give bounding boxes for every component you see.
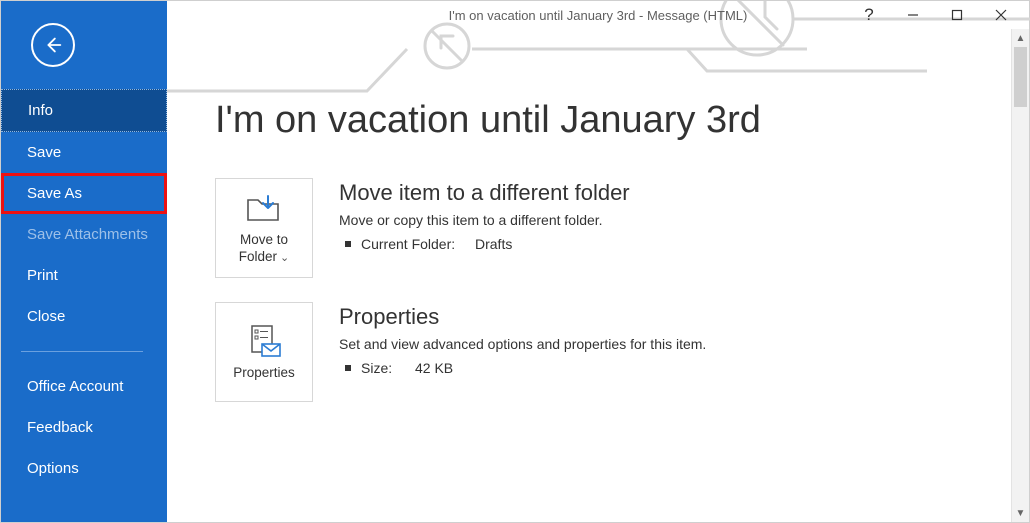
sidebar-item-label: Close xyxy=(27,308,65,325)
sidebar-item-label: Info xyxy=(28,102,53,119)
backstage-sidebar: Info Save Save As Save Attachments Print… xyxy=(1,1,167,522)
bullet-icon xyxy=(345,365,351,371)
main-area: I'm on vacation until January 3rd - Mess… xyxy=(167,1,1029,522)
sidebar-item-label: Save xyxy=(27,144,61,161)
sidebar-item-save-attachments: Save Attachments xyxy=(1,214,167,255)
sidebar-item-close[interactable]: Close xyxy=(1,296,167,337)
arrow-left-icon xyxy=(42,34,64,56)
sidebar-separator xyxy=(21,351,143,352)
size-row: Size: 42 KB xyxy=(339,360,706,376)
move-section: Move to Folder⌄ Move item to a different… xyxy=(215,178,989,278)
sidebar-item-label: Print xyxy=(27,267,58,284)
info-page: I'm on vacation until January 3rd Move t… xyxy=(167,29,1029,402)
section-title: Move item to a different folder xyxy=(339,180,630,206)
section-description: Move or copy this item to a different fo… xyxy=(339,212,630,228)
sidebar-item-office-account[interactable]: Office Account xyxy=(1,366,167,407)
button-label-line2: Folder xyxy=(239,249,277,264)
button-label-line1: Move to xyxy=(240,232,288,247)
sidebar-item-label: Options xyxy=(27,460,79,477)
scroll-up-arrow[interactable]: ▲ xyxy=(1012,29,1029,47)
sidebar-item-save-as[interactable]: Save As xyxy=(1,173,167,214)
maximize-icon xyxy=(951,9,963,21)
sidebar-item-label: Office Account xyxy=(27,378,123,395)
help-button[interactable]: ? xyxy=(847,1,891,29)
button-label: Properties xyxy=(233,365,295,380)
page-title: I'm on vacation until January 3rd xyxy=(215,99,989,142)
size-value: 42 KB xyxy=(415,360,453,376)
minimize-icon xyxy=(907,9,919,21)
move-folder-icon xyxy=(244,192,284,224)
vertical-scrollbar[interactable]: ▲ ▼ xyxy=(1011,29,1029,522)
scroll-down-arrow[interactable]: ▼ xyxy=(1012,504,1029,522)
section-title: Properties xyxy=(339,304,706,330)
back-button[interactable] xyxy=(31,23,75,67)
properties-button[interactable]: Properties xyxy=(215,302,313,402)
sidebar-item-label: Save As xyxy=(27,185,82,202)
sidebar-item-info[interactable]: Info xyxy=(1,89,167,132)
window: Info Save Save As Save Attachments Print… xyxy=(0,0,1030,523)
properties-section: Properties Properties Set and view advan… xyxy=(215,302,989,402)
sidebar-item-options[interactable]: Options xyxy=(1,448,167,489)
chevron-down-icon: ⌄ xyxy=(280,252,289,264)
sidebar-item-label: Feedback xyxy=(27,419,93,436)
current-folder-row: Current Folder: Drafts xyxy=(339,236,630,252)
current-folder-value: Drafts xyxy=(475,236,512,252)
minimize-button[interactable] xyxy=(891,1,935,29)
section-description: Set and view advanced options and proper… xyxy=(339,336,706,352)
close-button[interactable] xyxy=(979,1,1023,29)
properties-icon xyxy=(244,324,284,358)
scroll-thumb[interactable] xyxy=(1014,47,1027,107)
sidebar-item-print[interactable]: Print xyxy=(1,255,167,296)
size-key: Size: xyxy=(361,360,405,376)
window-title: I'm on vacation until January 3rd - Mess… xyxy=(449,8,748,23)
maximize-button[interactable] xyxy=(935,1,979,29)
close-icon xyxy=(995,9,1007,21)
bullet-icon xyxy=(345,241,351,247)
sidebar-item-save[interactable]: Save xyxy=(1,132,167,173)
move-to-folder-button[interactable]: Move to Folder⌄ xyxy=(215,178,313,278)
sidebar-item-label: Save Attachments xyxy=(27,226,148,243)
title-bar: I'm on vacation until January 3rd - Mess… xyxy=(167,1,1029,29)
current-folder-key: Current Folder: xyxy=(361,236,465,252)
sidebar-item-feedback[interactable]: Feedback xyxy=(1,407,167,448)
